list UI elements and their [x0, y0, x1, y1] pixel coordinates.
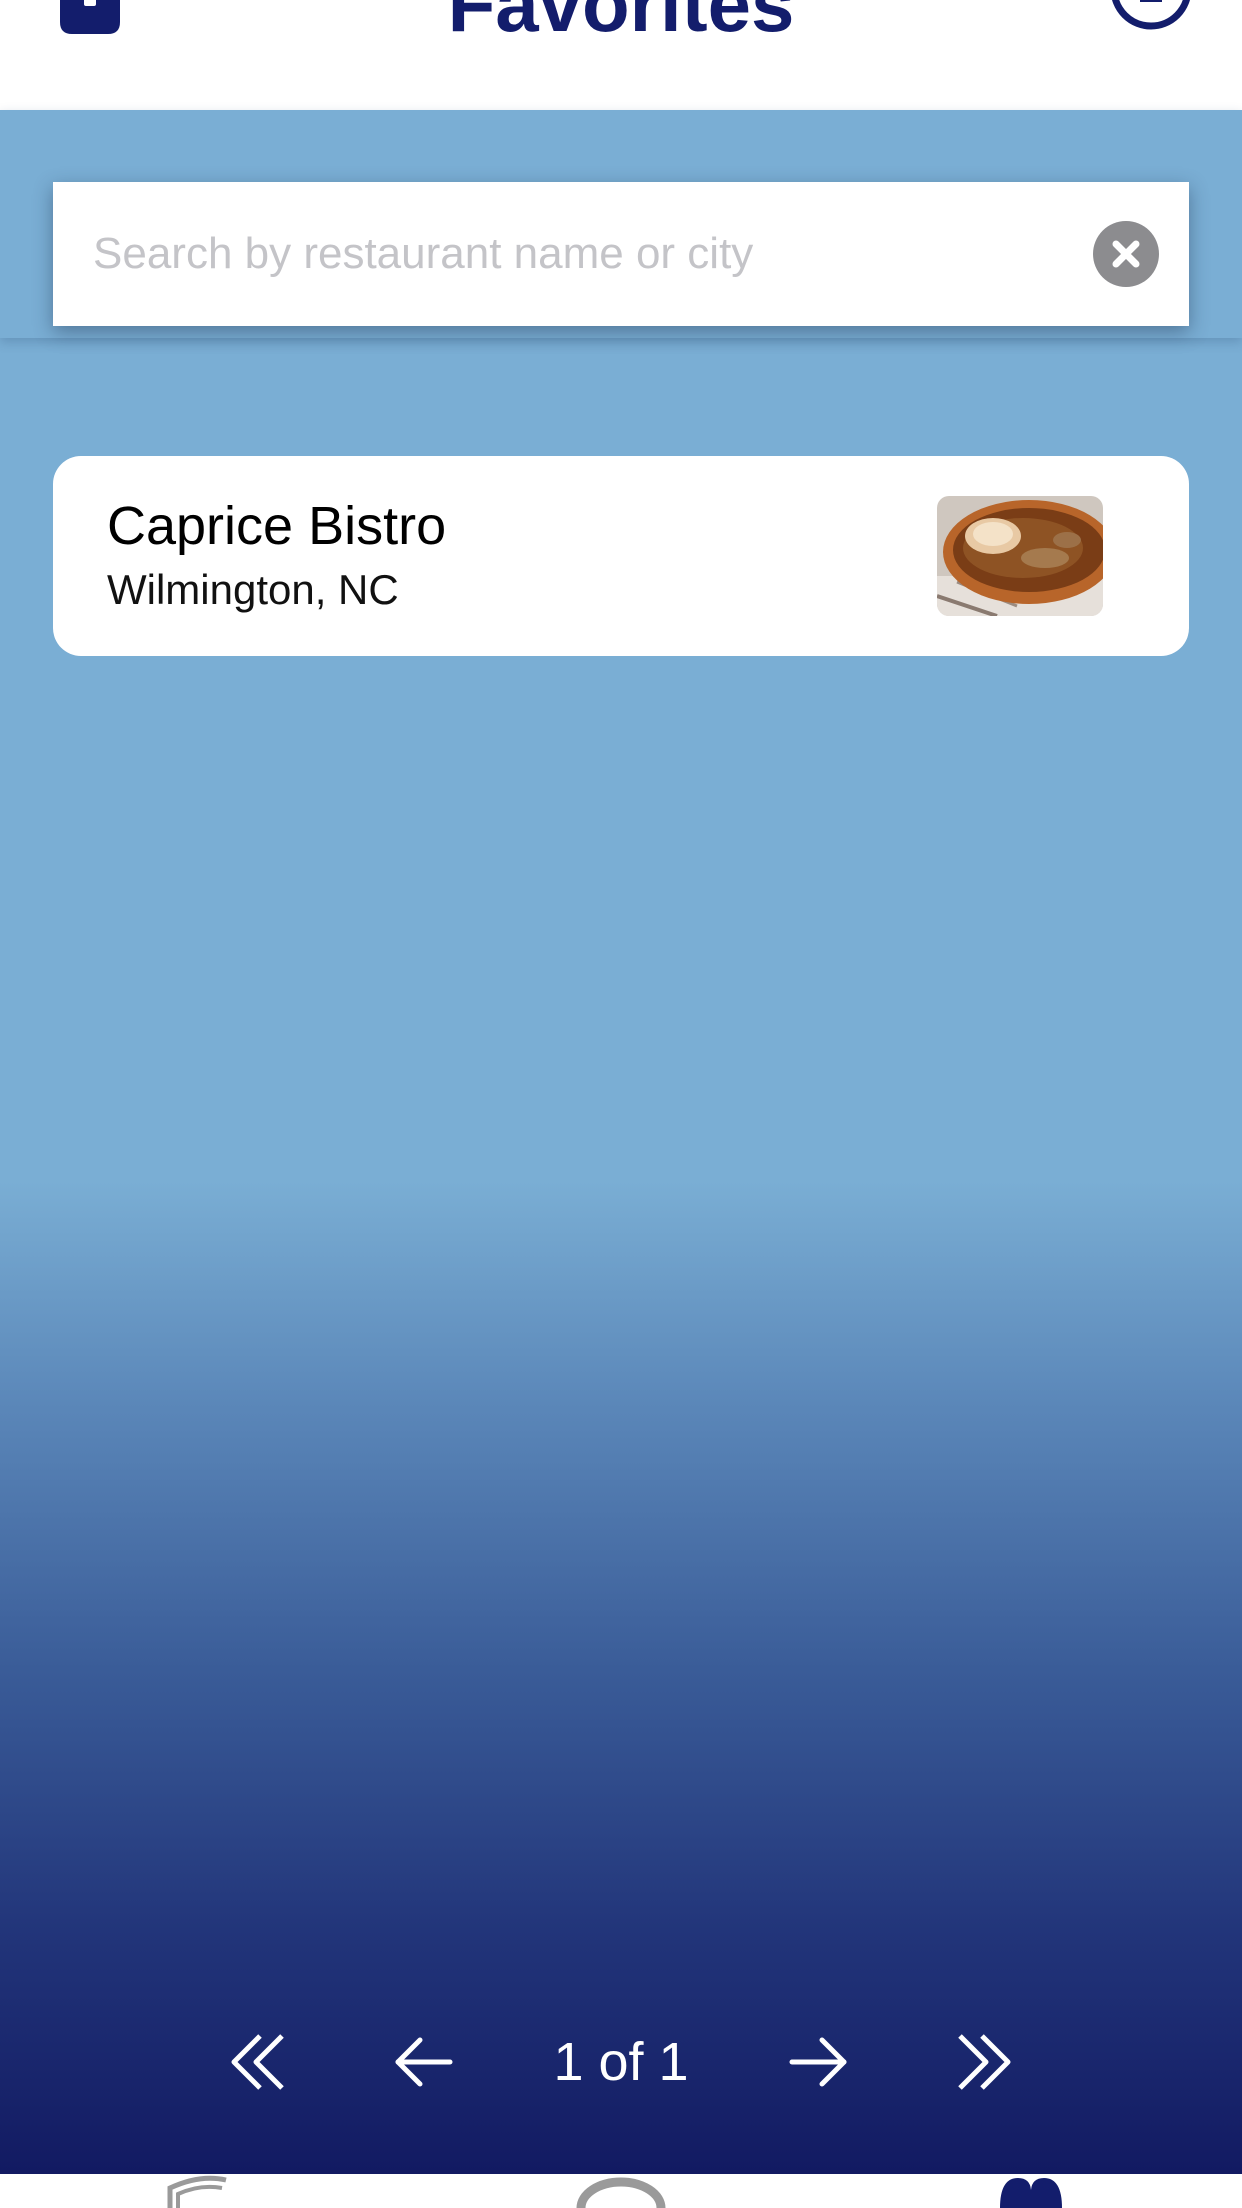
search-bar-area [0, 110, 1242, 338]
restaurant-city: Wilmington, NC [107, 566, 399, 613]
search-box [53, 182, 1189, 326]
search-tab-icon [576, 2177, 666, 2208]
info-icon[interactable] [1108, 0, 1194, 32]
tab-favorites[interactable] [996, 2174, 1066, 2208]
main-content: Caprice Bistro Wilmington, NC [0, 110, 1242, 2174]
header: Favorites [0, 0, 1242, 110]
clear-search-button[interactable] [1093, 221, 1159, 287]
tab-search[interactable] [576, 2174, 666, 2208]
restaurants-tab-icon [167, 2175, 227, 2208]
clear-x-icon [1112, 240, 1140, 268]
page-title: Favorites [447, 0, 795, 48]
restaurant-name: Caprice Bistro [107, 496, 447, 556]
favorites-screen: Favorites Caprice Bistro [0, 0, 1242, 2208]
tab-bar [0, 2174, 1242, 2208]
tab-restaurants[interactable] [160, 2174, 236, 2208]
arrow-right-icon [789, 2037, 847, 2087]
previous-page-button[interactable] [392, 2030, 456, 2094]
restaurant-card[interactable]: Caprice Bistro Wilmington, NC [53, 456, 1189, 656]
double-chevron-left-icon [231, 2034, 284, 2090]
first-page-button[interactable] [228, 2030, 292, 2094]
restaurant-thumbnail [937, 496, 1103, 616]
page-indicator: 1 of 1 [553, 2032, 689, 2092]
arrow-left-icon [395, 2037, 453, 2087]
double-chevron-right-icon [958, 2034, 1011, 2090]
next-page-button[interactable] [786, 2030, 850, 2094]
search-input[interactable] [93, 212, 1053, 296]
favorites-tab-icon [1000, 2178, 1062, 2208]
pagination: 1 of 1 [0, 2010, 1242, 2110]
last-page-button[interactable] [950, 2030, 1014, 2094]
